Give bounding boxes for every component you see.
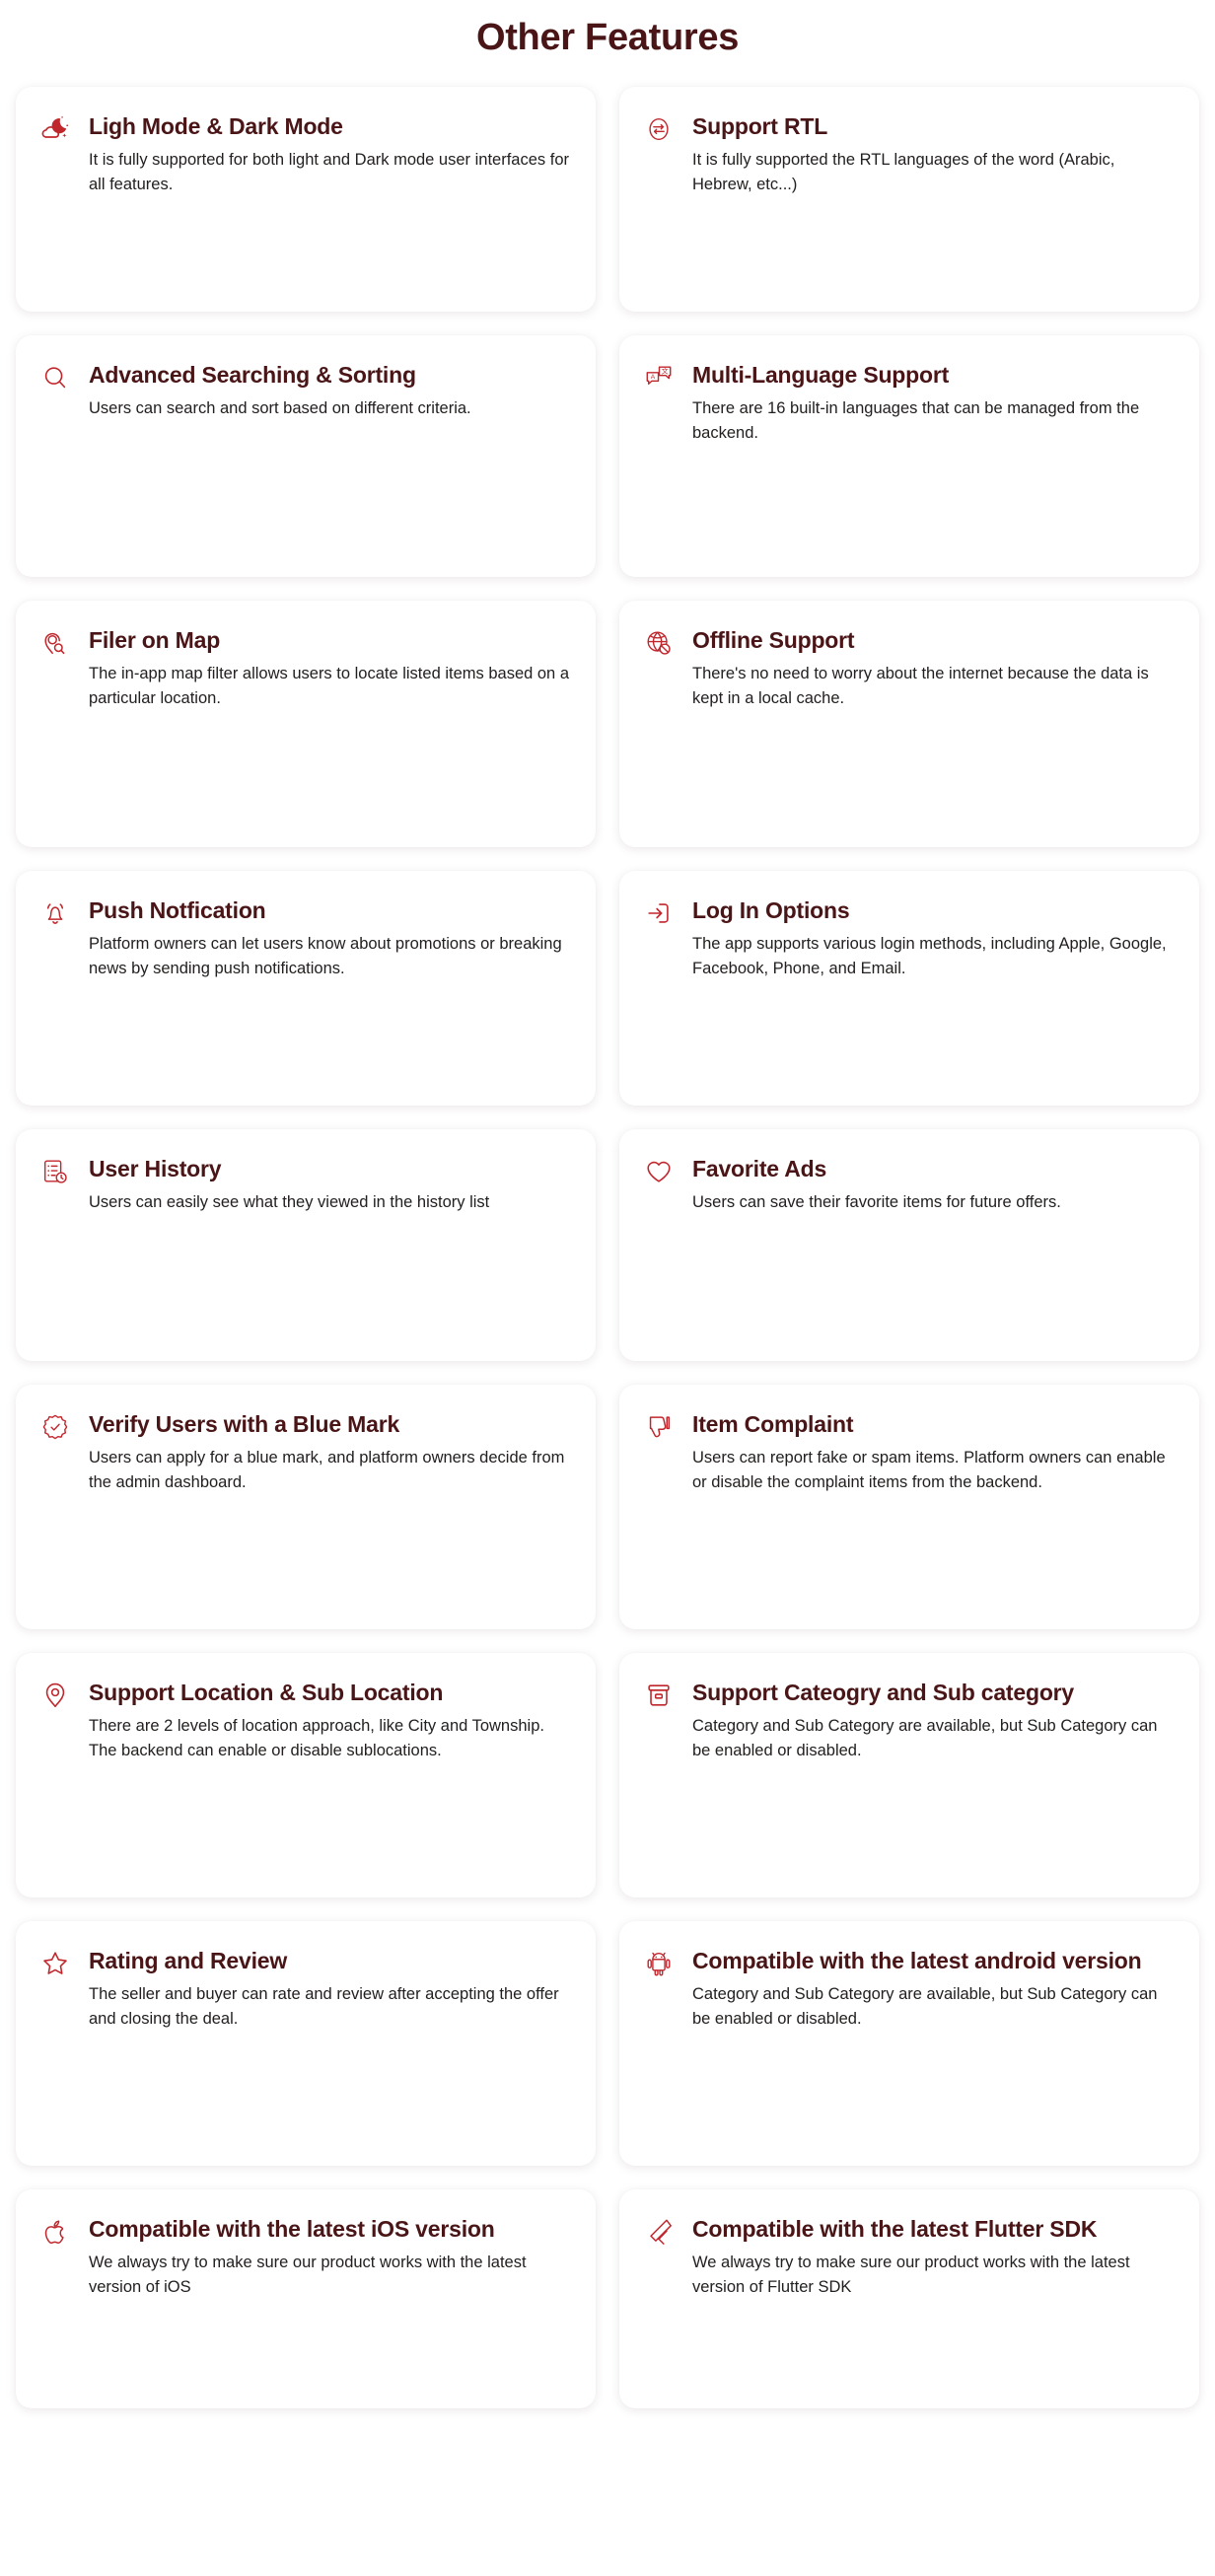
feature-description: Users can easily see what they viewed in… <box>89 1192 490 1211</box>
feature-title: Compatible with the latest iOS version <box>89 2215 495 2242</box>
feature-description: Users can apply for a blue mark, and pla… <box>89 1448 565 1492</box>
feature-title: Compatible with the latest Flutter SDK <box>692 2215 1098 2242</box>
feature-body: Favorite Ads Users can save their favori… <box>692 1155 1178 1216</box>
feature-body: Ligh Mode & Dark Mode It is fully suppor… <box>89 112 574 198</box>
feature-title: Push Notfication <box>89 896 266 923</box>
feature-title: Support Location & Sub Location <box>89 1679 444 1705</box>
feature-description: Platform owners can let users know about… <box>89 934 562 978</box>
feature-card[interactable]: Ligh Mode & Dark Mode It is fully suppor… <box>16 86 596 312</box>
feature-body: Item Complaint Users can report fake or … <box>692 1410 1178 1496</box>
feature-description: The app supports various login methods, … <box>692 934 1167 978</box>
feature-body: Filer on Map The in-app map filter allow… <box>89 626 574 712</box>
location-pin-icon <box>37 1679 73 1714</box>
feature-title: Log In Options <box>692 896 850 923</box>
search-icon <box>37 361 73 396</box>
feature-body: Support Cateogry and Sub category Catego… <box>692 1679 1178 1764</box>
verified-badge-check-icon <box>37 1410 73 1446</box>
feature-card[interactable]: Verify Users with a Blue Mark Users can … <box>16 1384 596 1629</box>
feature-body: Support RTL It is fully supported the RT… <box>692 112 1178 198</box>
feature-body: Offline Support There's no need to worry… <box>692 626 1178 712</box>
moon-cloud-stars-icon <box>37 112 73 148</box>
feature-description: Users can search and sort based on diffe… <box>89 398 471 417</box>
list-clock-history-icon <box>37 1155 73 1190</box>
android-robot-icon <box>641 1947 677 1982</box>
globe-offline-icon <box>641 626 677 662</box>
feature-body: Rating and Review The seller and buyer c… <box>89 1947 574 2033</box>
feature-card[interactable]: Favorite Ads Users can save their favori… <box>619 1128 1199 1361</box>
feature-description: Category and Sub Category are available,… <box>692 1716 1158 1760</box>
feature-description: It is fully supported the RTL languages … <box>692 150 1115 194</box>
feature-card[interactable]: Support Location & Sub Location There ar… <box>16 1652 596 1897</box>
feature-body: Advanced Searching & Sorting Users can s… <box>89 361 574 422</box>
feature-title: Support RTL <box>692 112 828 139</box>
feature-description: Users can save their favorite items for … <box>692 1192 1061 1211</box>
feature-card[interactable]: Compatible with the latest iOS version W… <box>16 2188 596 2408</box>
map-pin-search-icon <box>37 626 73 662</box>
feature-title: Rating and Review <box>89 1947 288 1973</box>
feature-title: Support Cateogry and Sub category <box>692 1679 1075 1705</box>
star-icon <box>37 1947 73 1982</box>
features-grid: Ligh Mode & Dark Mode It is fully suppor… <box>16 86 1199 2408</box>
feature-body: Compatible with the latest android versi… <box>692 1947 1178 2033</box>
translate-icon: A 文 <box>641 361 677 396</box>
feature-title: User History <box>89 1155 222 1181</box>
feature-description: We always try to make sure our product w… <box>89 2253 527 2297</box>
apple-logo-icon <box>37 2215 73 2251</box>
feature-description: There are 16 built-in languages that can… <box>692 398 1140 443</box>
feature-title: Compatible with the latest android versi… <box>692 1947 1142 1973</box>
feature-title: Multi-Language Support <box>692 361 950 388</box>
archive-box-icon <box>641 1679 677 1714</box>
feature-card[interactable]: Push Notfication Platform owners can let… <box>16 870 596 1106</box>
heart-icon <box>641 1155 677 1190</box>
feature-card[interactable]: Filer on Map The in-app map filter allow… <box>16 600 596 847</box>
feature-card[interactable]: Compatible with the latest android versi… <box>619 1920 1199 2166</box>
flutter-logo-icon <box>641 2215 677 2251</box>
feature-body: User History Users can easily see what t… <box>89 1155 574 1216</box>
feature-body: Log In Options The app supports various … <box>692 896 1178 982</box>
rtl-swap-arrows-circle-icon <box>641 112 677 148</box>
feature-description: Category and Sub Category are available,… <box>692 1984 1158 2029</box>
feature-title: Item Complaint <box>692 1410 854 1437</box>
feature-body: Support Location & Sub Location There ar… <box>89 1679 574 1764</box>
feature-description: It is fully supported for both light and… <box>89 150 569 194</box>
feature-title: Favorite Ads <box>692 1155 827 1181</box>
feature-description: We always try to make sure our product w… <box>692 2253 1130 2297</box>
feature-title: Offline Support <box>692 626 855 653</box>
feature-title: Advanced Searching & Sorting <box>89 361 416 388</box>
bell-ring-icon <box>37 896 73 932</box>
feature-description: There are 2 levels of location approach,… <box>89 1716 544 1760</box>
other-features-page: Other Features Ligh Mode & Dark Mode It … <box>0 0 1215 2576</box>
feature-description: Users can report fake or spam items. Pla… <box>692 1448 1166 1492</box>
feature-description: The in-app map filter allows users to lo… <box>89 664 569 708</box>
feature-body: Multi-Language Support There are 16 buil… <box>692 361 1178 447</box>
feature-card[interactable]: Support Cateogry and Sub category Catego… <box>619 1652 1199 1897</box>
feature-card[interactable]: Advanced Searching & Sorting Users can s… <box>16 334 596 577</box>
feature-card[interactable]: Support RTL It is fully supported the RT… <box>619 86 1199 312</box>
feature-card[interactable]: User History Users can easily see what t… <box>16 1128 596 1361</box>
feature-card[interactable]: Log In Options The app supports various … <box>619 870 1199 1106</box>
feature-card[interactable]: Item Complaint Users can report fake or … <box>619 1384 1199 1629</box>
thumbs-down-icon <box>641 1410 677 1446</box>
feature-title: Ligh Mode & Dark Mode <box>89 112 343 139</box>
svg-text:A: A <box>651 374 656 381</box>
feature-description: The seller and buyer can rate and review… <box>89 1984 559 2029</box>
feature-card[interactable]: A 文 Multi-Language Support There are 16 … <box>619 334 1199 577</box>
login-arrow-icon <box>641 896 677 932</box>
feature-description: There's no need to worry about the inter… <box>692 664 1149 708</box>
feature-title: Verify Users with a Blue Mark <box>89 1410 400 1437</box>
feature-card[interactable]: Rating and Review The seller and buyer c… <box>16 1920 596 2166</box>
feature-body: Compatible with the latest Flutter SDK W… <box>692 2215 1178 2301</box>
page-title: Other Features <box>475 17 740 58</box>
feature-body: Compatible with the latest iOS version W… <box>89 2215 574 2301</box>
feature-card[interactable]: Offline Support There's no need to worry… <box>619 600 1199 847</box>
feature-card[interactable]: Compatible with the latest Flutter SDK W… <box>619 2188 1199 2408</box>
feature-title: Filer on Map <box>89 626 221 653</box>
svg-text:文: 文 <box>662 366 669 375</box>
feature-body: Push Notfication Platform owners can let… <box>89 896 574 982</box>
feature-body: Verify Users with a Blue Mark Users can … <box>89 1410 574 1496</box>
